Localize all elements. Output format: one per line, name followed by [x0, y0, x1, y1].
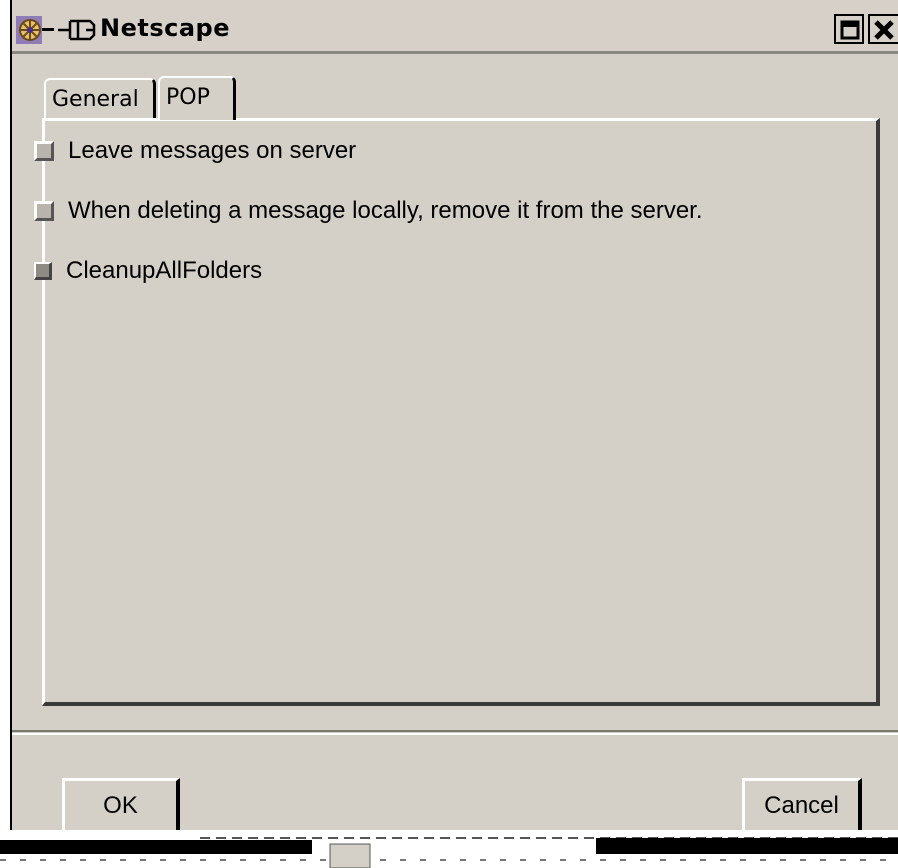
option-cleanup-all-folders[interactable]: CleanupAllFolders: [34, 254, 262, 288]
maximize-button[interactable]: [834, 14, 864, 44]
pin-icon[interactable]: [56, 15, 98, 45]
close-icon: [874, 20, 894, 40]
option-delete-from-server[interactable]: When deleting a message locally, remove …: [34, 194, 703, 228]
netscape-logo-icon[interactable]: [14, 14, 54, 46]
separator-highlight: [12, 733, 898, 735]
delete-from-server-label: When deleting a message locally, remove …: [68, 197, 703, 224]
tab-general[interactable]: General: [44, 78, 156, 120]
cancel-button[interactable]: Cancel: [742, 778, 862, 836]
maximize-icon: [840, 20, 860, 40]
netscape-dialog-window: Netscape General POP Leave messages on s…: [10, 0, 898, 868]
background-window-edge: [0, 830, 898, 868]
ok-button[interactable]: OK: [62, 778, 180, 836]
leave-messages-label: Leave messages on server: [68, 137, 357, 164]
window-title: Netscape: [100, 14, 230, 42]
cleanup-all-folders-label: CleanupAllFolders: [66, 257, 263, 284]
option-leave-messages[interactable]: Leave messages on server: [34, 134, 356, 168]
tab-pop-label: POP: [166, 85, 210, 110]
leave-messages-checkbox[interactable]: [34, 141, 54, 161]
delete-from-server-checkbox[interactable]: [34, 201, 54, 221]
tab-general-label: General: [52, 87, 139, 112]
title-bar[interactable]: Netscape: [12, 0, 898, 54]
tab-pop[interactable]: POP: [158, 76, 236, 120]
separator: [12, 730, 898, 732]
cleanup-all-folders-checkbox[interactable]: [34, 262, 52, 280]
close-button[interactable]: [868, 14, 898, 44]
